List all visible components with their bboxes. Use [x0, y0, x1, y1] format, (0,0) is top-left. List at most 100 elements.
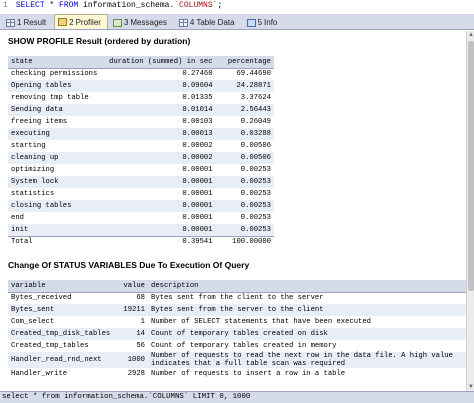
- cell-description: Count of temporary tables created on dis…: [148, 328, 466, 340]
- cell-state: init: [8, 224, 106, 236]
- cell-value: 68: [136, 294, 145, 303]
- tab-messages[interactable]: 3 Messages: [109, 15, 174, 29]
- column-header-variable[interactable]: variable: [8, 280, 116, 293]
- cell-value: 1: [140, 318, 145, 326]
- cell-percentage: 0.00253: [240, 166, 271, 174]
- cell-percentage: 3.37624: [240, 94, 271, 102]
- cell-description: Number of requests to read the next row …: [148, 352, 466, 368]
- cell-variable: Handler_read_rnd_next: [8, 352, 116, 368]
- table-row[interactable]: starting 0.00002 0.00506: [8, 140, 274, 152]
- table-row[interactable]: end 0.00001 0.00253: [8, 212, 274, 224]
- cell-variable: Created_tmp_tables: [11, 342, 89, 350]
- tab-table-data-label: Table Data: [196, 18, 235, 27]
- sql-table-name: `COLUMNS`: [174, 1, 218, 10]
- column-header-duration[interactable]: duration (summed) in sec: [106, 56, 216, 69]
- sql-star: *: [44, 1, 60, 10]
- cell-variable: Handler_write: [11, 370, 68, 378]
- cell-percentage: 0.00253: [240, 214, 271, 222]
- cell-variable: Created_tmp_disk_tables: [8, 328, 116, 340]
- scroll-down-icon[interactable]: ▼: [467, 383, 474, 391]
- total-label: Total: [8, 235, 106, 248]
- cell-state: end: [11, 214, 24, 222]
- cell-variable: Bytes_sent: [8, 304, 116, 316]
- cell-duration: 0.00002: [106, 152, 216, 164]
- table-row[interactable]: removing tmp table 0.01335 3.37624: [8, 92, 274, 104]
- cell-duration: 0.00001: [106, 176, 216, 188]
- column-header-value[interactable]: value: [116, 280, 148, 293]
- table-row[interactable]: closing tables 0.00001 0.00253: [8, 200, 274, 212]
- sql-keyword-from: FROM: [59, 1, 79, 10]
- table-row[interactable]: Sending data 0.01014 2.56443: [8, 104, 274, 116]
- vertical-scrollbar[interactable]: ▲ ▼: [466, 31, 474, 391]
- result-tabs: 1 Result 2 Profiler 3 Messages 4 Table D…: [0, 14, 474, 30]
- sql-semicolon: ;: [217, 1, 223, 10]
- cell-duration: 0.00001: [182, 214, 213, 222]
- table-row[interactable]: checking permissions 0.27460 69.44690: [8, 68, 274, 80]
- tab-table-data-number: 4: [189, 18, 195, 27]
- table-row[interactable]: freeing items 0.00103 0.26049: [8, 116, 274, 128]
- table-row[interactable]: Bytes_sent 19211 Bytes sent from the serve…: [8, 304, 466, 316]
- status-vars-table: variable value description Bytes_receive…: [8, 280, 466, 380]
- table-row[interactable]: Bytes_received 68 Bytes sent from the clie…: [8, 292, 466, 304]
- cell-description: Number of SELECT statements that have be…: [151, 318, 371, 326]
- tab-info-number: 5: [257, 18, 263, 27]
- table-row[interactable]: init 0.00001 0.00253: [8, 224, 274, 236]
- table-row[interactable]: Created_tmp_tables 56 Count of temporary t…: [8, 340, 466, 352]
- tab-info[interactable]: 5 Info: [243, 15, 285, 29]
- cell-duration: 0.00013: [106, 128, 216, 140]
- total-duration: 0.39541: [106, 235, 216, 248]
- tab-profiler-number: 2: [69, 17, 74, 27]
- table-row[interactable]: optimizing 0.00001 0.00253: [8, 164, 274, 176]
- cell-percentage: 0.00506: [240, 142, 271, 150]
- tab-result-label: Result: [23, 18, 47, 27]
- profiler-content: SHOW PROFILE Result (ordered by duration…: [0, 31, 466, 391]
- column-header-description[interactable]: description: [148, 280, 466, 293]
- profile-title: SHOW PROFILE Result (ordered by duration…: [8, 36, 191, 46]
- grid-icon: [6, 18, 15, 27]
- tab-info-label: Info: [264, 18, 278, 27]
- status-bar: select * from information_schema.`COLUMN…: [0, 391, 474, 403]
- messages-icon: [112, 18, 122, 27]
- cell-state: Opening tables: [8, 80, 106, 92]
- sql-editor-line[interactable]: 1 SELECT * FROM information_schema.`COLU…: [0, 0, 474, 14]
- cell-variable: Com_select: [11, 318, 55, 326]
- line-number: 1: [3, 1, 8, 10]
- cell-state: cleaning up: [8, 152, 106, 164]
- tab-messages-label: Messages: [130, 18, 167, 27]
- table-row[interactable]: statistics 0.00001 0.00253: [8, 188, 274, 200]
- table-row[interactable]: Handler_write 2928 Number of requests to i…: [8, 368, 466, 380]
- table-row[interactable]: System lock 0.00001 0.00253: [8, 176, 274, 188]
- column-header-state[interactable]: state: [8, 56, 106, 69]
- cell-percentage: 0.26049: [240, 118, 271, 126]
- table-row[interactable]: Created_tmp_disk_tables 14 Count of tempor…: [8, 328, 466, 340]
- column-header-percentage[interactable]: percentage: [215, 56, 274, 69]
- cell-percentage: 0.03288: [215, 128, 274, 140]
- table-row[interactable]: Handler_read_rnd_next 1000 Number of reque…: [8, 352, 466, 368]
- tab-table-data[interactable]: 4 Table Data: [175, 15, 242, 29]
- tab-profiler[interactable]: 2 Profiler: [54, 14, 108, 29]
- cell-percentage: 0.00253: [240, 190, 271, 198]
- table-row[interactable]: Com_select 1 Number of SELECT statements t…: [8, 316, 466, 328]
- sql-schema: information_schema.: [78, 1, 175, 10]
- cell-percentage: 2.56443: [215, 104, 274, 116]
- tab-profiler-label: Profiler: [75, 17, 101, 27]
- tab-result[interactable]: 1 Result: [2, 15, 53, 29]
- cell-percentage: 0.00253: [215, 176, 274, 188]
- cell-duration: 0.00001: [106, 200, 216, 212]
- cell-duration: 0.01014: [106, 104, 216, 116]
- cell-duration: 0.01335: [182, 94, 213, 102]
- total-row[interactable]: Total 0.39541 100.00000: [8, 235, 274, 248]
- table-row[interactable]: executing 0.00013 0.03288: [8, 128, 274, 140]
- scrollbar-thumb[interactable]: [468, 41, 474, 291]
- table-row[interactable]: cleaning up 0.00002 0.00506: [8, 152, 274, 164]
- cell-duration: 0.09604: [106, 80, 216, 92]
- scroll-up-icon[interactable]: ▲: [467, 31, 474, 39]
- cell-state: System lock: [8, 176, 106, 188]
- cell-state: optimizing: [11, 166, 55, 174]
- cell-state: closing tables: [8, 200, 106, 212]
- cell-value: 1000: [116, 352, 148, 368]
- cell-state: checking permissions: [11, 70, 98, 79]
- cell-state: removing tmp table: [11, 94, 89, 102]
- table-row[interactable]: Opening tables 0.09604 24.28871: [8, 80, 274, 92]
- cell-description: Count of temporary tables created in mem…: [151, 342, 337, 350]
